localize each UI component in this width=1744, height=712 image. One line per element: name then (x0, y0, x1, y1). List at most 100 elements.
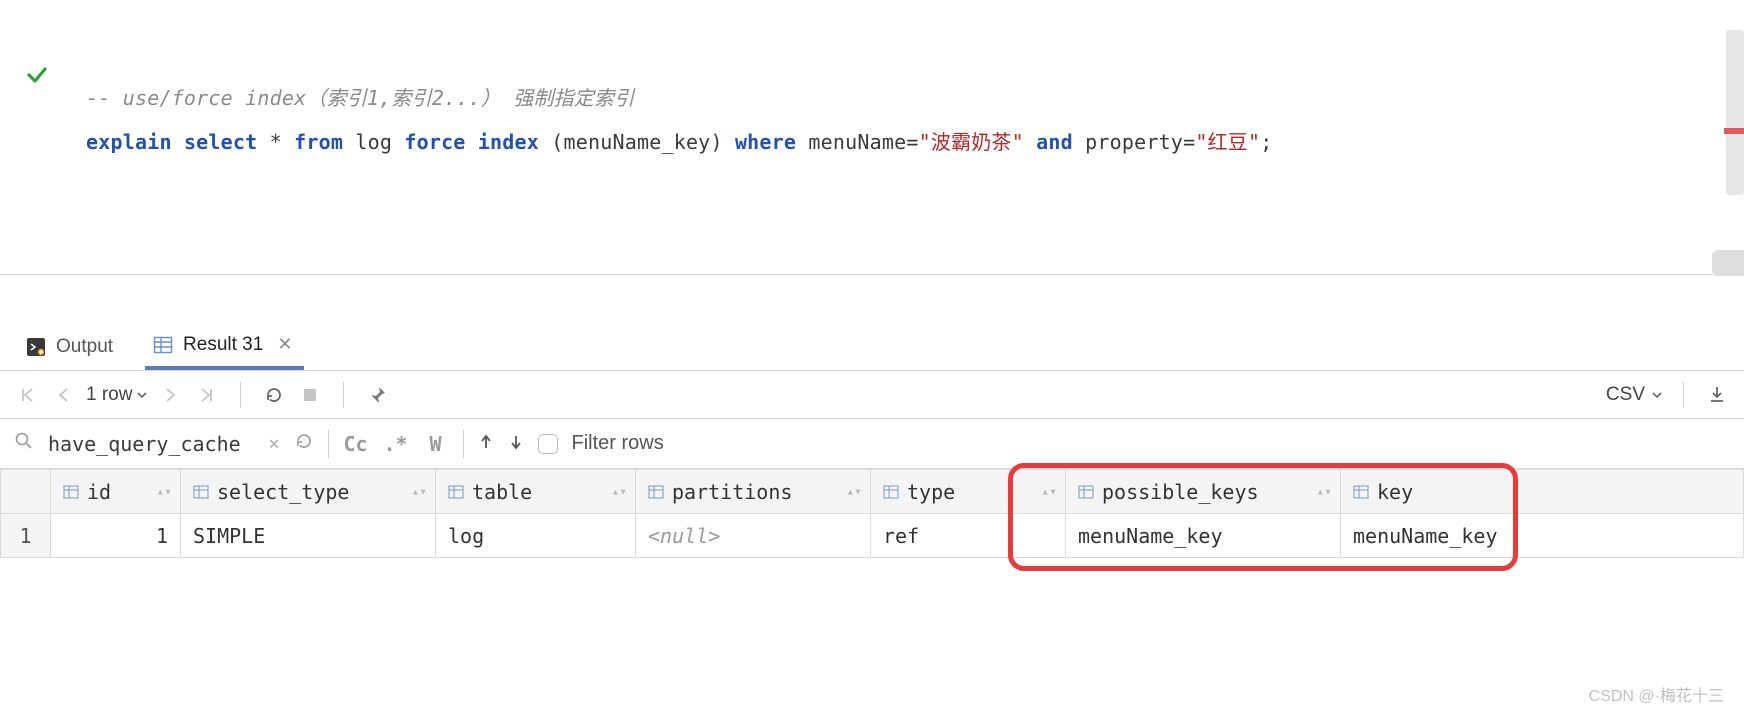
result-grid: id▴▾ select_type▴▾ table▴▾ partitions▴▾ … (0, 469, 1744, 558)
toolbar-divider-3 (1683, 382, 1684, 408)
filter-rows-label: Filter rows (572, 432, 664, 455)
export-csv[interactable]: CSV (1606, 384, 1663, 406)
first-page-icon[interactable] (14, 382, 40, 408)
tok-col1: menuName (808, 130, 906, 154)
next-page-icon[interactable] (158, 382, 184, 408)
filter-divider-2 (463, 430, 464, 458)
cell-id[interactable]: 1 (51, 514, 181, 558)
toolbar-divider (240, 382, 241, 408)
tok-eq1: = (906, 130, 918, 154)
col-table[interactable]: table ▴▾ (436, 470, 636, 514)
cell-type[interactable]: ref (871, 514, 1066, 558)
column-icon (193, 484, 209, 500)
row-count-label: 1 row (86, 384, 132, 406)
column-icon (1078, 484, 1094, 500)
tok-star: * (270, 130, 282, 154)
tok-where: where (735, 130, 796, 154)
col-possible_keys-label: possible_keys (1102, 480, 1259, 504)
sql-comment: -- use/force index（索引1,索引2...） 强制指定索引 (86, 86, 634, 110)
toolbar-divider-2 (343, 382, 344, 408)
tab-result-label: Result 31 (183, 334, 263, 356)
sql-editor-pane: -- use/force index（索引1,索引2...） 强制指定索引 ex… (0, 0, 1744, 275)
col-key-label: key (1377, 480, 1413, 504)
col-id-label: id (87, 480, 111, 504)
col-type[interactable]: type ▴▾ (871, 470, 1066, 514)
prev-page-icon[interactable] (50, 382, 76, 408)
sort-icon: ▴▾ (1316, 484, 1332, 499)
tok-idxname: menuName_key (564, 130, 711, 154)
output-icon (26, 337, 46, 357)
tok-col2: property (1085, 130, 1183, 154)
filter-bar: have_query_cache ✕ Cc .* W Filter rows (0, 419, 1744, 469)
tok-from: from (294, 130, 343, 154)
col-possible_keys[interactable]: possible_keys ▴▾ (1066, 470, 1341, 514)
search-icon (14, 431, 34, 456)
cell-select_type[interactable]: SIMPLE (181, 514, 436, 558)
side-handle[interactable] (1712, 250, 1744, 276)
filter-rows-checkbox[interactable] (538, 434, 558, 454)
table-icon (153, 335, 173, 355)
tok-index: index (478, 130, 539, 154)
whole-word-toggle[interactable]: W (423, 432, 449, 456)
tok-explain: explain (86, 130, 172, 154)
tok-rparen: ) (710, 130, 722, 154)
col-key[interactable]: key (1341, 470, 1744, 514)
sql-editor[interactable]: -- use/force index（索引1,索引2...） 强制指定索引 ex… (74, 0, 1744, 274)
clear-search-icon[interactable]: ✕ (269, 433, 280, 454)
filter-divider (328, 430, 329, 458)
tok-eq2: = (1183, 130, 1195, 154)
sort-icon: ▴▾ (611, 484, 627, 499)
table-row[interactable]: 1 1 SIMPLE log <null> ref menuName_key m… (1, 514, 1744, 558)
cell-possible_keys[interactable]: menuName_key (1066, 514, 1341, 558)
search-input[interactable]: have_query_cache (48, 432, 255, 456)
table-header-row: id▴▾ select_type▴▾ table▴▾ partitions▴▾ … (1, 470, 1744, 514)
tab-result[interactable]: Result 31 ✕ (145, 323, 304, 370)
col-partitions[interactable]: partitions▴▾ (636, 470, 871, 514)
cell-key[interactable]: menuName_key (1341, 514, 1744, 558)
prev-match-icon[interactable] (478, 432, 494, 456)
last-page-icon[interactable] (194, 382, 220, 408)
next-match-icon[interactable] (508, 432, 524, 456)
tok-str2: "红豆" (1195, 130, 1260, 154)
sort-icon: ▴▾ (411, 484, 427, 499)
rownum-header[interactable] (1, 470, 51, 514)
col-table-label: table (472, 480, 532, 504)
tok-str1: "波霸奶茶" (919, 130, 1024, 154)
match-case-toggle[interactable]: Cc (343, 432, 369, 456)
col-select_type[interactable]: select_type ▴▾ (181, 470, 436, 514)
csv-label: CSV (1606, 384, 1645, 406)
regex-toggle[interactable]: .* (383, 432, 409, 456)
pin-icon[interactable] (364, 382, 390, 408)
result-toolbar: 1 row CSV (0, 371, 1744, 419)
column-icon (1353, 484, 1369, 500)
column-icon (448, 484, 464, 500)
editor-gutter (0, 0, 74, 274)
history-icon[interactable] (294, 431, 314, 456)
column-icon (883, 484, 899, 500)
close-icon[interactable]: ✕ (273, 334, 296, 355)
tok-lparen: ( (551, 130, 563, 154)
cell-rownum: 1 (1, 514, 51, 558)
tok-table: log (355, 130, 392, 154)
editor-scrollbar[interactable] (1726, 30, 1744, 195)
col-partitions-label: partitions (672, 480, 792, 504)
col-select_type-label: select_type (217, 480, 349, 504)
status-ok-icon (25, 63, 49, 87)
editor-error-marker[interactable] (1724, 128, 1744, 134)
download-icon[interactable] (1704, 382, 1730, 408)
tok-select: select (184, 130, 257, 154)
col-id[interactable]: id ▴▾ (51, 470, 181, 514)
cell-table[interactable]: log (436, 514, 636, 558)
pane-gap (0, 275, 1744, 323)
sort-icon: ▴▾ (156, 484, 172, 499)
tab-output[interactable]: Output (18, 323, 121, 370)
row-count[interactable]: 1 row (86, 384, 148, 406)
nav-group: 1 row (14, 382, 220, 408)
cell-partitions[interactable]: <null> (636, 514, 871, 558)
sort-icon: ▴▾ (1041, 484, 1057, 499)
column-icon (63, 484, 79, 500)
stop-icon[interactable] (297, 382, 323, 408)
refresh-icon[interactable] (261, 382, 287, 408)
col-type-label: type (907, 480, 955, 504)
tok-force: force (404, 130, 465, 154)
